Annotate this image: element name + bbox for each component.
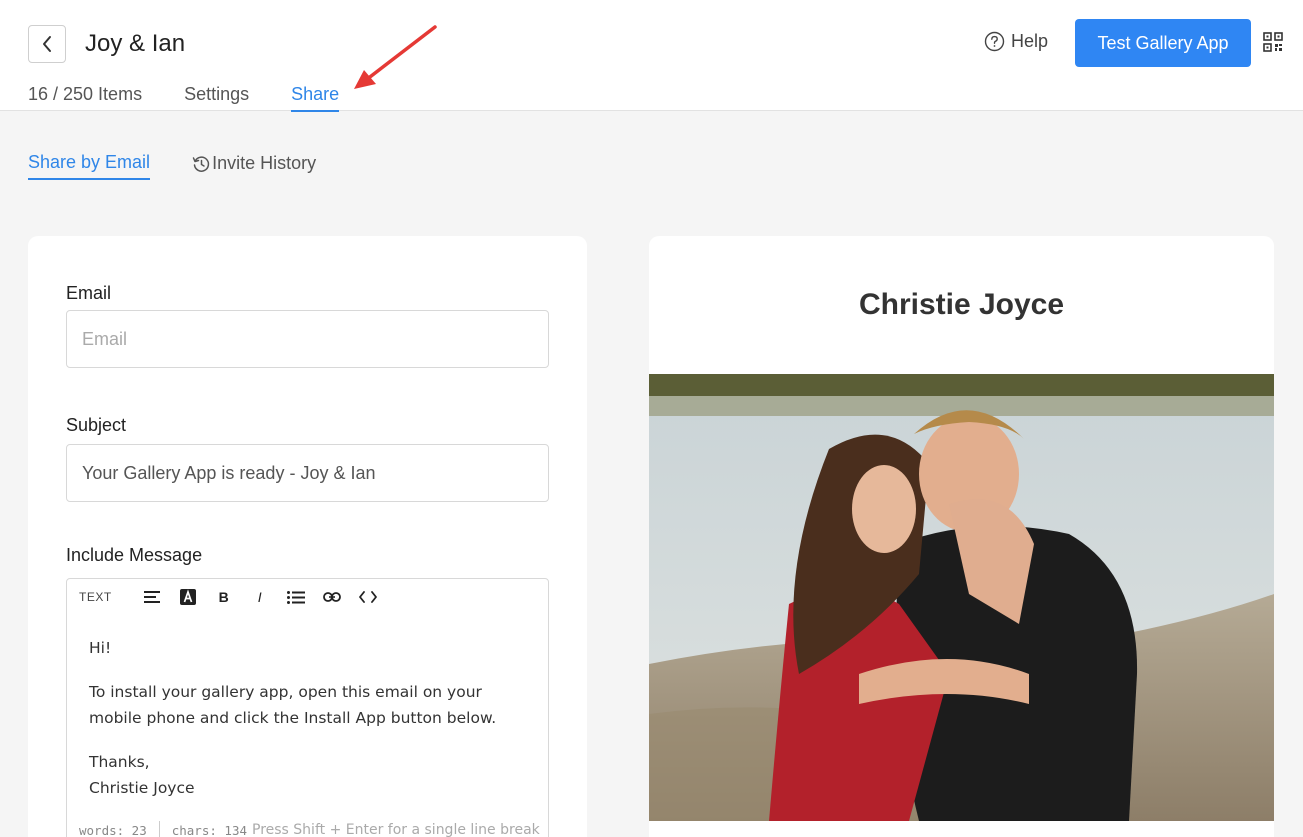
footer-divider bbox=[158, 821, 160, 837]
help-link[interactable]: Help bbox=[984, 31, 1048, 52]
subtab-invite-history[interactable]: Invite History bbox=[192, 153, 316, 179]
email-label: Email bbox=[66, 283, 112, 303]
share-form-card: Email Subject Include Message TEXT B I bbox=[28, 236, 587, 837]
bold-icon[interactable]: B bbox=[206, 587, 242, 607]
editor-footer: words: 23 chars: 134 Press Shift + Enter… bbox=[79, 821, 540, 837]
code-icon[interactable] bbox=[350, 587, 386, 607]
message-signature: Christie Joyce bbox=[89, 779, 195, 797]
message-signoff: Thanks, bbox=[89, 753, 150, 771]
message-body[interactable]: Hi! To install your gallery app, open th… bbox=[89, 635, 529, 801]
help-circle-icon bbox=[984, 31, 1005, 52]
subject-field[interactable] bbox=[66, 444, 549, 502]
message-editor[interactable]: TEXT B I Hi! To install your gallery app… bbox=[66, 578, 549, 837]
tab-share[interactable]: Share bbox=[291, 84, 340, 112]
header: Joy & Ian 16 / 250 Items Settings Share … bbox=[0, 0, 1303, 112]
word-count: words: 23 bbox=[79, 822, 147, 837]
annotation-arrow bbox=[354, 25, 437, 89]
qr-code-icon[interactable] bbox=[1263, 32, 1283, 57]
message-paragraph: To install your gallery app, open this e… bbox=[89, 683, 497, 727]
history-icon bbox=[192, 155, 210, 172]
test-gallery-app-button[interactable]: Test Gallery App bbox=[1075, 19, 1251, 67]
message-greeting: Hi! bbox=[89, 639, 112, 657]
page-title: Joy & Ian bbox=[85, 30, 186, 57]
subtab-invite-history-label: Invite History bbox=[212, 153, 317, 173]
back-button[interactable] bbox=[28, 25, 66, 63]
link-icon[interactable] bbox=[314, 587, 350, 607]
tab-items[interactable]: 16 / 250 Items bbox=[28, 84, 142, 112]
char-count: chars: 134 bbox=[171, 822, 247, 837]
cover-photo bbox=[649, 374, 1274, 821]
email-field[interactable] bbox=[66, 310, 549, 368]
help-label: Help bbox=[1011, 31, 1049, 51]
bullet-list-icon[interactable] bbox=[278, 587, 314, 607]
subject-label: Subject bbox=[66, 415, 127, 435]
main-tabs: 16 / 250 Items Settings Share bbox=[28, 84, 381, 112]
tab-settings[interactable]: Settings bbox=[184, 84, 249, 112]
line-break-hint: Press Shift + Enter for a single line br… bbox=[252, 822, 540, 837]
editor-toolbar: TEXT B I bbox=[79, 587, 386, 607]
preview-title: Christie Joyce bbox=[858, 288, 1065, 321]
subtab-share-by-email[interactable]: Share by Email bbox=[28, 152, 151, 180]
chevron-left-icon bbox=[43, 36, 51, 52]
text-color-icon[interactable] bbox=[170, 587, 206, 607]
share-subtabs: Share by Email Invite History bbox=[28, 152, 316, 180]
italic-icon[interactable]: I bbox=[242, 587, 278, 607]
email-preview-card: Christie Joyce bbox=[649, 236, 1274, 837]
text-style-dropdown[interactable]: TEXT bbox=[79, 590, 112, 604]
message-label: Include Message bbox=[66, 545, 203, 565]
align-icon[interactable] bbox=[134, 587, 170, 607]
